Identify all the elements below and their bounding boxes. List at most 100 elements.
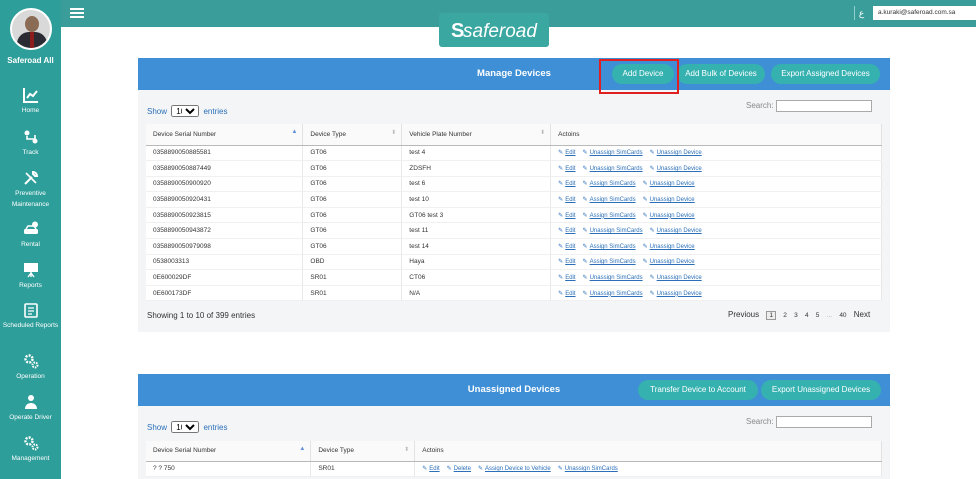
export-assigned-devices-button[interactable]: Export Assigned Devices bbox=[771, 64, 880, 84]
assign-simcards-link[interactable]: Assign SimCards bbox=[583, 244, 636, 250]
unassign-simcards-link[interactable]: Unassign SimCards bbox=[583, 150, 643, 156]
unassign-device-link[interactable]: Unassign Device bbox=[643, 259, 695, 265]
edit-link[interactable]: Edit bbox=[558, 213, 575, 219]
edit-link[interactable]: Edit bbox=[422, 466, 439, 472]
page-link[interactable]: 4 bbox=[805, 312, 809, 319]
column-header[interactable]: Device Type ⬍ bbox=[302, 124, 403, 146]
edit-link[interactable]: Edit bbox=[558, 166, 575, 172]
column-header[interactable]: Vehicle Plate Number ⬍ bbox=[401, 124, 552, 146]
cell-serial: 0E600173DF bbox=[146, 285, 304, 302]
unassign-device-link[interactable]: Unassign Device bbox=[643, 213, 695, 219]
cell-plate: test 14 bbox=[401, 238, 552, 255]
cell-actions: Edit Delete Assign Device to Vehicle Unassi… bbox=[414, 461, 882, 478]
column-header[interactable]: Device Serial Number ▲ bbox=[146, 441, 312, 462]
unassign-device-link[interactable]: Unassign Device bbox=[643, 181, 695, 187]
account-name: Saferoad All bbox=[7, 56, 54, 65]
cell-plate: ZDSFH bbox=[401, 160, 552, 177]
cell-type: GT06 bbox=[302, 191, 403, 208]
search-input[interactable] bbox=[775, 100, 872, 112]
sidebar-item-home[interactable]: Home bbox=[0, 87, 61, 116]
page-link[interactable]: 2 bbox=[783, 312, 787, 319]
page-size-control: Show 10 entries bbox=[147, 421, 228, 433]
cell-plate: test 10 bbox=[401, 191, 552, 208]
sort-icon: ⬍ bbox=[404, 447, 410, 453]
sidebar-item-rental[interactable]: Rental bbox=[0, 221, 61, 250]
edit-link[interactable]: Edit bbox=[558, 197, 575, 203]
assign-device-to-vehicle-link[interactable]: Assign Device to Vehicle bbox=[478, 466, 551, 472]
sidebar-item-operate-driver[interactable]: Operate Driver bbox=[0, 394, 61, 423]
assign-simcards-link[interactable]: Assign SimCards bbox=[583, 197, 636, 203]
unassign-device-link[interactable]: Unassign Device bbox=[643, 244, 695, 250]
unassign-device-link[interactable]: Unassign Device bbox=[650, 275, 702, 281]
cell-actions: Edit Assign SimCards Unassign Device bbox=[550, 254, 882, 271]
unassigned-devices-table: Device Serial Number ▲ Device Type ⬍ Actoi… bbox=[146, 441, 882, 478]
column-header: Actoins bbox=[414, 441, 882, 462]
cell-type: GT06 bbox=[302, 238, 403, 255]
edit-link[interactable]: Edit bbox=[558, 275, 575, 281]
delete-link[interactable]: Delete bbox=[447, 466, 471, 472]
unassign-device-link[interactable]: Unassign Device bbox=[643, 197, 695, 203]
cell-serial: ? ? 750 bbox=[146, 461, 312, 478]
unassign-simcards-link[interactable]: Unassign SimCards bbox=[583, 166, 643, 172]
unassign-simcards-link[interactable]: Unassign SimCards bbox=[558, 466, 618, 472]
page-size-select[interactable]: 10 bbox=[171, 421, 200, 433]
cell-serial: 0358890050885581 bbox=[146, 145, 304, 162]
sidebar-item-track[interactable]: Track bbox=[0, 129, 61, 158]
unassign-simcards-link[interactable]: Unassign SimCards bbox=[583, 291, 643, 297]
search-input[interactable] bbox=[775, 416, 872, 428]
sidebar-item-scheduled-reports[interactable]: Scheduled Reports bbox=[0, 302, 61, 331]
column-header[interactable]: Device Serial Number ▲ bbox=[146, 124, 304, 146]
cell-actions: Edit Unassign SimCards Unassign Device bbox=[550, 222, 882, 240]
cell-actions: Edit Unassign SimCards Unassign Device bbox=[550, 145, 882, 162]
assign-simcards-link[interactable]: Assign SimCards bbox=[583, 213, 636, 219]
table-row: 0358890050943872GT06test 11 Edit Unassign … bbox=[146, 222, 882, 240]
highlight-box bbox=[599, 59, 679, 94]
edit-link[interactable]: Edit bbox=[558, 228, 575, 234]
page-size-select[interactable]: 10 bbox=[171, 105, 200, 117]
page-link[interactable]: 3 bbox=[794, 312, 798, 319]
unassign-device-link[interactable]: Unassign Device bbox=[650, 291, 702, 297]
table-row: 0358890050900920GT06test 6 Edit Assign Sim… bbox=[146, 176, 882, 193]
column-header[interactable]: Device Type ⬍ bbox=[310, 441, 416, 462]
route-icon bbox=[24, 130, 37, 144]
unassign-simcards-link[interactable]: Unassign SimCards bbox=[583, 275, 643, 281]
cell-plate: Haya bbox=[401, 254, 552, 271]
search-control: Search: bbox=[746, 416, 872, 428]
language-toggle[interactable]: ع bbox=[854, 6, 868, 20]
cell-plate: test 4 bbox=[401, 145, 552, 162]
table-row: 0358890050920431GT06test 10 Edit Assign Si… bbox=[146, 191, 882, 208]
add-bulk-devices-button[interactable]: Add Bulk of Devices bbox=[677, 64, 765, 84]
edit-link[interactable]: Edit bbox=[558, 291, 575, 297]
next-page-link[interactable]: Next bbox=[854, 310, 870, 319]
table-row: 0358890050887449GT06ZDSFH Edit Unassign Si… bbox=[146, 160, 882, 177]
unassign-device-link[interactable]: Unassign Device bbox=[650, 150, 702, 156]
unassign-simcards-link[interactable]: Unassign SimCards bbox=[583, 228, 643, 234]
edit-link[interactable]: Edit bbox=[558, 244, 575, 250]
avatar[interactable] bbox=[10, 8, 52, 50]
menu-icon[interactable] bbox=[70, 8, 84, 18]
edit-link[interactable]: Edit bbox=[558, 181, 575, 187]
sidebar-item-preventive-maintenance[interactable]: Preventive Maintenance bbox=[0, 170, 61, 210]
edit-link[interactable]: Edit bbox=[558, 259, 575, 265]
cell-type: SR01 bbox=[302, 285, 403, 302]
wrench-icon bbox=[23, 170, 38, 185]
cell-plate: GT06 test 3 bbox=[401, 207, 552, 224]
page-link[interactable]: 5 bbox=[816, 312, 820, 319]
table-row: 0358890050923815GT06GT06 test 3 Edit Assig… bbox=[146, 207, 882, 224]
previous-page-link[interactable]: Previous bbox=[728, 310, 759, 319]
logo: S saferoad bbox=[439, 13, 549, 47]
assign-simcards-link[interactable]: Assign SimCards bbox=[583, 181, 636, 187]
unassign-device-link[interactable]: Unassign Device bbox=[650, 166, 702, 172]
sidebar-item-operation[interactable]: Operation bbox=[0, 353, 61, 382]
user-email[interactable]: a.kuraki@saferoad.com.sa bbox=[873, 6, 976, 20]
cell-actions: Edit Unassign SimCards Unassign Device bbox=[550, 160, 882, 177]
assign-simcards-link[interactable]: Assign SimCards bbox=[583, 259, 636, 265]
sidebar-item-management[interactable]: Management bbox=[0, 435, 61, 464]
unassign-device-link[interactable]: Unassign Device bbox=[650, 228, 702, 234]
export-unassigned-devices-button[interactable]: Export Unassigned Devices bbox=[761, 380, 881, 400]
sidebar-item-reports[interactable]: Reports bbox=[0, 262, 61, 291]
page-link[interactable]: 40 bbox=[839, 312, 846, 319]
edit-link[interactable]: Edit bbox=[558, 150, 575, 156]
page-link[interactable]: 1 bbox=[766, 311, 776, 320]
transfer-device-button[interactable]: Transfer Device to Account bbox=[638, 380, 758, 400]
